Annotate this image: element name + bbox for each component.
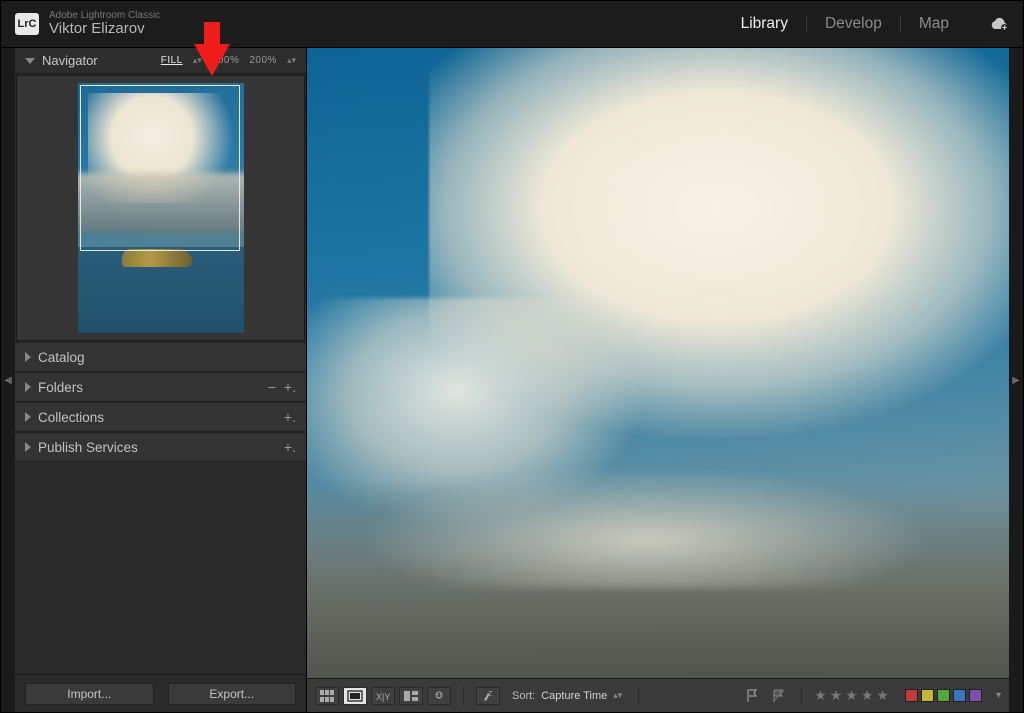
sort-selector[interactable]: Sort: Capture Time ▴▾: [508, 690, 626, 702]
publish-plus-button[interactable]: +.: [284, 439, 296, 455]
section-folders[interactable]: Folders − +.: [15, 372, 306, 402]
flag-reject-button[interactable]: [771, 688, 787, 704]
chevron-right-icon: [25, 382, 31, 392]
navigator-zoom: FILL ▴▾ 100% 200% ▴▾: [161, 55, 296, 66]
sort-value: Capture Time: [541, 690, 607, 702]
rating-stars: ★ ★ ★ ★ ★: [814, 687, 889, 704]
module-map[interactable]: Map: [901, 15, 967, 33]
zoom-fill[interactable]: FILL: [161, 55, 183, 66]
zoom-custom-stepper[interactable]: ▴▾: [287, 55, 296, 66]
folders-minus-button[interactable]: −: [268, 379, 276, 395]
right-panel-collapse[interactable]: ▶: [1009, 48, 1023, 712]
toolbar-menu-icon[interactable]: ▾: [996, 690, 1001, 701]
navigator-preview[interactable]: [16, 75, 305, 341]
color-red[interactable]: [905, 689, 918, 702]
library-toolbar: X|Y Z Sort: Capture Time ▴▾ ★: [307, 678, 1009, 712]
app-logo: LrC: [15, 13, 39, 35]
chevron-right-icon: [25, 442, 31, 452]
export-button[interactable]: Export...: [168, 683, 297, 705]
color-yellow[interactable]: [921, 689, 934, 702]
grid-view-button[interactable]: [315, 687, 339, 705]
module-picker: Library Develop Map: [723, 15, 1009, 33]
star-5[interactable]: ★: [876, 687, 889, 704]
top-bar: LrC Adobe Lightroom Classic Viktor Eliza…: [1, 1, 1023, 48]
section-collections[interactable]: Collections +.: [15, 402, 306, 432]
section-publish-services[interactable]: Publish Services +.: [15, 432, 306, 462]
svg-text:Z: Z: [488, 691, 493, 698]
module-library[interactable]: Library: [723, 15, 807, 33]
left-panel-collapse[interactable]: ◀: [1, 48, 15, 712]
identity-plate: Viktor Elizarov: [49, 21, 160, 38]
title-block: Adobe Lightroom Classic Viktor Elizarov: [49, 10, 160, 38]
zoom-fill-stepper[interactable]: ▴▾: [193, 55, 202, 66]
color-purple[interactable]: [969, 689, 982, 702]
zoom-200[interactable]: 200%: [249, 55, 277, 66]
navigator-thumbnail: [78, 83, 244, 333]
import-button[interactable]: Import...: [25, 683, 154, 705]
svg-text:X|Y: X|Y: [376, 692, 390, 702]
navigator-header[interactable]: Navigator FILL ▴▾ 100% 200% ▴▾: [15, 48, 306, 74]
navigator-viewport-frame[interactable]: [80, 85, 240, 251]
section-collections-label: Collections: [38, 410, 276, 425]
collections-plus-button[interactable]: +.: [284, 409, 296, 425]
star-3[interactable]: ★: [845, 687, 858, 704]
zoom-100[interactable]: 100%: [212, 55, 240, 66]
folders-plus-button[interactable]: +.: [284, 379, 296, 395]
left-panel-footer: Import... Export...: [15, 674, 306, 712]
compare-view-button[interactable]: X|Y: [371, 687, 395, 705]
view-mode-group: X|Y: [315, 687, 451, 705]
navigator-title: Navigator: [42, 53, 98, 68]
painter-tool-button[interactable]: Z: [476, 687, 500, 705]
section-catalog[interactable]: Catalog: [15, 342, 306, 372]
loupe-view-button[interactable]: [343, 687, 367, 705]
chevron-right-icon: ▶: [1012, 375, 1020, 386]
flag-pick-button[interactable]: [745, 688, 761, 704]
section-publish-label: Publish Services: [38, 440, 276, 455]
survey-view-button[interactable]: [399, 687, 423, 705]
star-2[interactable]: ★: [830, 687, 843, 704]
chevron-right-icon: [25, 352, 31, 362]
chevron-left-icon: ◀: [4, 375, 12, 386]
left-panel: Navigator FILL ▴▾ 100% 200% ▴▾: [15, 48, 307, 712]
main-image-view[interactable]: [307, 48, 1009, 678]
chevron-right-icon: [25, 412, 31, 422]
star-4[interactable]: ★: [861, 687, 874, 704]
people-view-button[interactable]: [427, 687, 451, 705]
color-label-swatches: [905, 689, 982, 702]
module-develop[interactable]: Develop: [807, 15, 901, 33]
section-folders-label: Folders: [38, 380, 260, 395]
sort-stepper-icon: ▴▾: [613, 690, 622, 701]
chevron-down-icon: [25, 58, 35, 64]
cloud-sync-icon[interactable]: [989, 17, 1009, 31]
left-panel-space: [15, 462, 306, 674]
sort-label: Sort:: [512, 690, 535, 702]
section-catalog-label: Catalog: [38, 350, 296, 365]
star-1[interactable]: ★: [814, 687, 827, 704]
color-blue[interactable]: [953, 689, 966, 702]
color-green[interactable]: [937, 689, 950, 702]
